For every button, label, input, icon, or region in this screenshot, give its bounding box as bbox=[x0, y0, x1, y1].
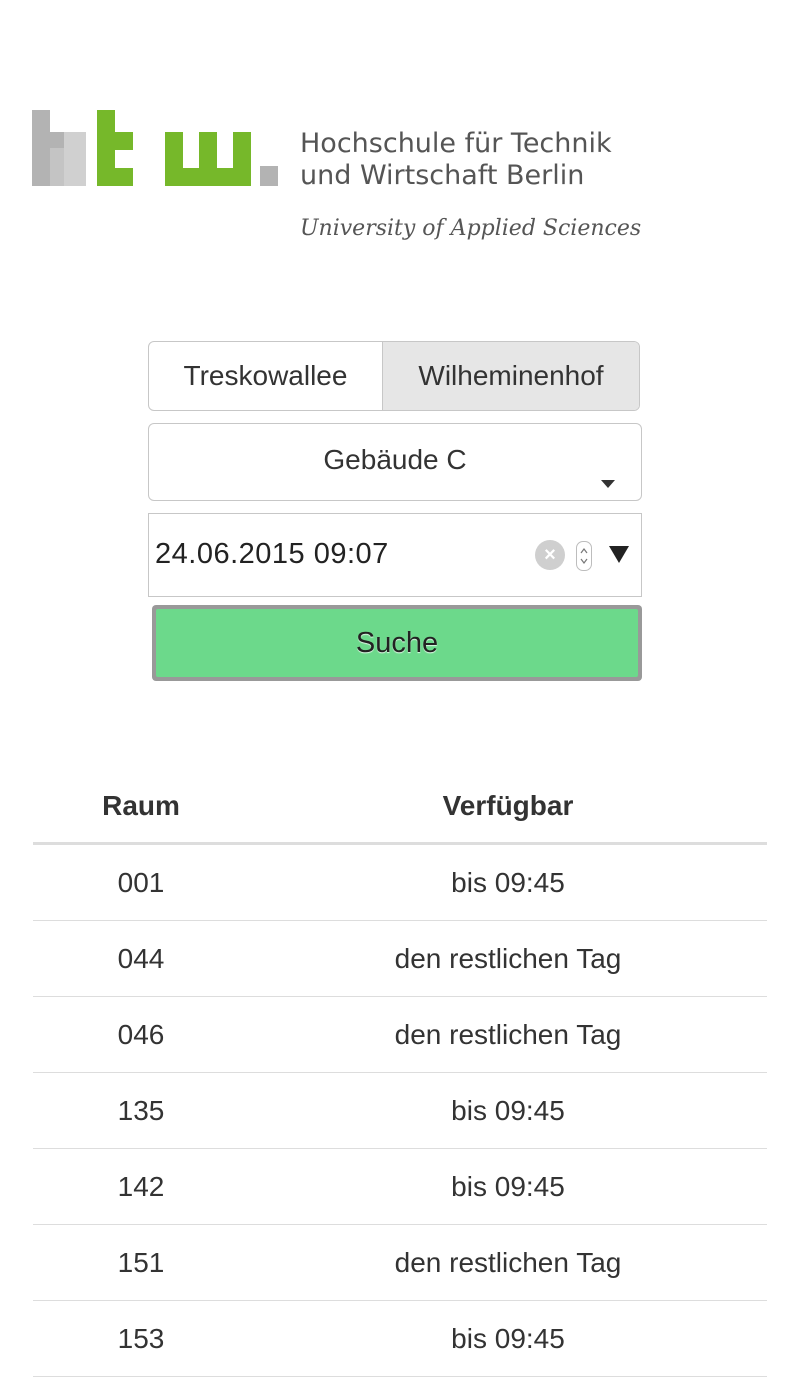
room-cell: 046 bbox=[117, 1018, 165, 1050]
dropdown-arrow-icon[interactable] bbox=[609, 546, 629, 563]
logo-name: Hochschule für Technik und Wirtschaft Be… bbox=[300, 128, 612, 192]
table-row: 044 den restlichen Tag bbox=[33, 921, 767, 997]
room-cell: 153 bbox=[117, 1322, 165, 1354]
logo-name-line1: Hochschule für Technik bbox=[300, 128, 612, 159]
table-row: 142 bis 09:45 bbox=[33, 1149, 767, 1225]
results-table: Raum Verfügbar 001 bis 09:45 044 den res… bbox=[33, 770, 767, 1377]
availability-cell: den restlichen Tag bbox=[394, 1246, 622, 1278]
room-cell: 135 bbox=[117, 1094, 165, 1126]
header-available: Verfügbar bbox=[442, 790, 574, 821]
htw-logo: Hochschule für Technik und Wirtschaft Be… bbox=[32, 108, 641, 258]
table-row: 135 bis 09:45 bbox=[33, 1073, 767, 1149]
datetime-input[interactable]: 24.06.2015 09:07 × bbox=[148, 513, 642, 597]
clear-icon[interactable]: × bbox=[535, 540, 565, 570]
availability-cell: den restlichen Tag bbox=[394, 1018, 622, 1050]
table-row: 001 bis 09:45 bbox=[33, 845, 767, 921]
header-room: Raum bbox=[102, 790, 180, 821]
chevron-down-icon bbox=[601, 480, 615, 488]
campus-selector: Treskowallee Wilheminenhof bbox=[148, 341, 640, 411]
logo-subtitle: University of Applied Sciences bbox=[300, 216, 642, 241]
room-cell: 151 bbox=[117, 1246, 165, 1278]
table-header: Raum Verfügbar bbox=[33, 770, 767, 845]
availability-cell: bis 09:45 bbox=[451, 866, 565, 898]
table-row: 046 den restlichen Tag bbox=[33, 997, 767, 1073]
htw-logo-mark bbox=[32, 110, 278, 186]
datetime-value: 24.06.2015 09:07 bbox=[155, 538, 389, 570]
table-row: 151 den restlichen Tag bbox=[33, 1225, 767, 1301]
availability-cell: den restlichen Tag bbox=[394, 942, 622, 974]
building-select-value: Gebäude C bbox=[323, 444, 467, 475]
search-button-label: Suche bbox=[156, 609, 638, 677]
room-cell: 044 bbox=[117, 942, 165, 974]
campus-option-treskowallee[interactable]: Treskowallee bbox=[149, 342, 383, 410]
table-row: 153 bis 09:45 bbox=[33, 1301, 767, 1377]
room-cell: 142 bbox=[117, 1170, 165, 1202]
campus-option-wilheminenhof[interactable]: Wilheminenhof bbox=[383, 342, 639, 410]
room-cell: 001 bbox=[117, 866, 165, 898]
search-button[interactable]: Suche bbox=[152, 605, 642, 681]
building-select[interactable]: Gebäude C bbox=[148, 423, 642, 501]
availability-cell: bis 09:45 bbox=[451, 1170, 565, 1202]
availability-cell: bis 09:45 bbox=[451, 1322, 565, 1354]
availability-cell: bis 09:45 bbox=[451, 1094, 565, 1126]
logo-name-line2: und Wirtschaft Berlin bbox=[300, 160, 585, 191]
spinner-icon[interactable] bbox=[576, 541, 592, 571]
